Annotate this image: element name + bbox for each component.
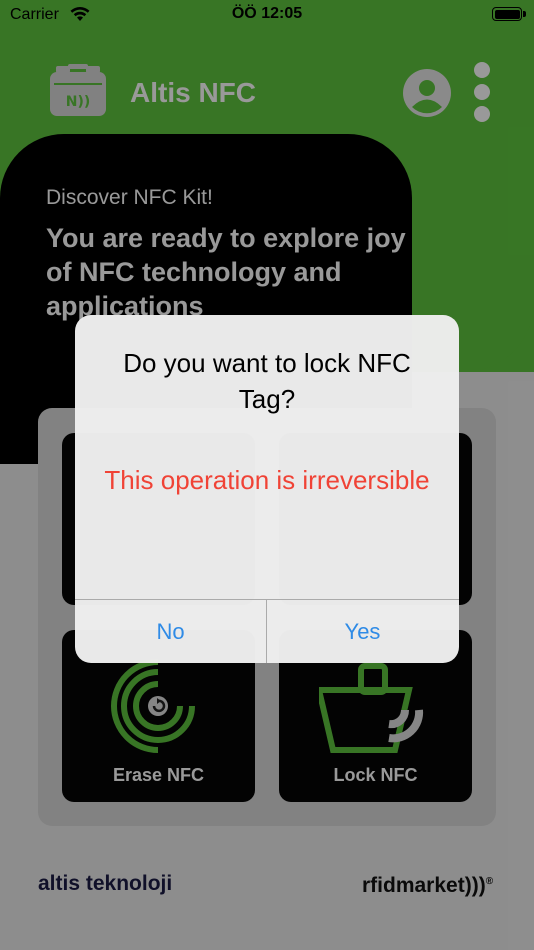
app-screen: Carrier ÖÖ 12:05 N)) Altis NFC Discover … bbox=[0, 0, 534, 950]
no-button[interactable]: No bbox=[75, 600, 266, 663]
yes-button[interactable]: Yes bbox=[267, 600, 458, 663]
dialog-title: Do you want to lock NFC Tag? bbox=[123, 348, 411, 414]
lock-confirm-dialog: Do you want to lock NFC Tag? This operat… bbox=[75, 315, 459, 663]
dialog-message: This operation is irreversible bbox=[104, 465, 430, 495]
